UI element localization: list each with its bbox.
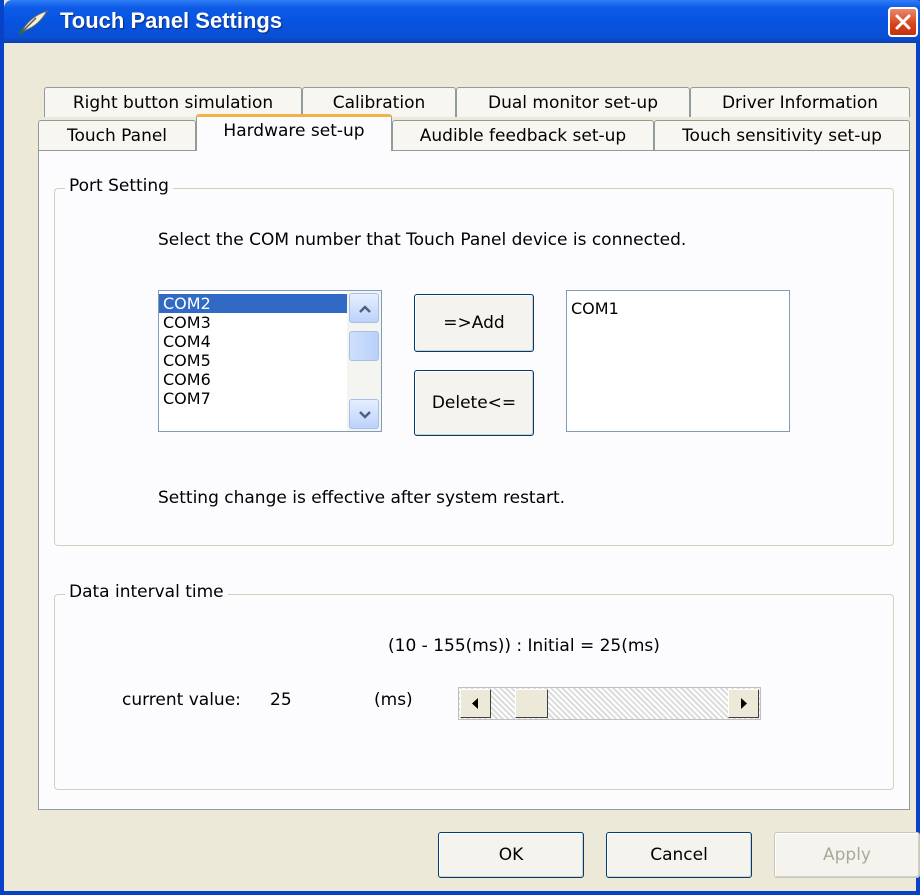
ok-button[interactable]: OK bbox=[438, 832, 584, 878]
interval-range-text: (10 - 155(ms)) : Initial = 25(ms) bbox=[388, 636, 660, 656]
list-item[interactable]: COM1 bbox=[567, 299, 789, 318]
scroll-right-button[interactable] bbox=[728, 689, 759, 718]
scroll-up-button[interactable] bbox=[349, 293, 379, 323]
current-value-label: current value: bbox=[122, 690, 241, 710]
restart-note: Setting change is effective after system… bbox=[158, 488, 566, 508]
port-setting-title: Port Setting bbox=[65, 176, 173, 196]
delete-port-button[interactable]: Delete<= bbox=[414, 370, 534, 436]
title-bar[interactable]: Touch Panel Settings bbox=[4, 0, 920, 43]
chevron-down-icon bbox=[359, 411, 371, 419]
window-title: Touch Panel Settings bbox=[60, 8, 283, 33]
feather-pen-icon bbox=[18, 9, 50, 35]
add-port-button[interactable]: =>Add bbox=[414, 294, 534, 352]
tab-dual-monitor-setup[interactable]: Dual monitor set-up bbox=[456, 87, 690, 117]
close-icon bbox=[895, 14, 911, 30]
connected-ports-list[interactable]: COM1 bbox=[566, 290, 790, 432]
port-instruction: Select the COM number that Touch Panel d… bbox=[158, 230, 687, 250]
arrow-left-icon bbox=[472, 698, 478, 709]
apply-button[interactable]: Apply bbox=[774, 832, 920, 878]
close-button[interactable] bbox=[888, 7, 918, 37]
available-ports-list[interactable]: COM2 COM3 COM4 COM5 COM6 COM7 bbox=[158, 290, 382, 432]
slider-thumb[interactable] bbox=[515, 689, 548, 718]
chevron-up-icon bbox=[359, 305, 371, 313]
tab-right-button-simulation[interactable]: Right button simulation bbox=[44, 87, 302, 117]
tab-touch-panel[interactable]: Touch Panel bbox=[38, 120, 196, 151]
scroll-down-button[interactable] bbox=[349, 399, 379, 429]
scroll-left-button[interactable] bbox=[460, 689, 491, 718]
data-interval-title: Data interval time bbox=[65, 582, 228, 602]
tab-touch-sensitivity-setup[interactable]: Touch sensitivity set-up bbox=[654, 120, 910, 151]
tab-audible-feedback-setup[interactable]: Audible feedback set-up bbox=[392, 120, 654, 151]
ports-vertical-scrollbar[interactable] bbox=[347, 291, 381, 431]
current-value: 25 bbox=[270, 690, 292, 710]
unit-label: (ms) bbox=[374, 690, 413, 710]
cancel-button[interactable]: Cancel bbox=[606, 832, 752, 878]
tab-calibration[interactable]: Calibration bbox=[302, 87, 456, 117]
tab-driver-information[interactable]: Driver Information bbox=[690, 87, 910, 117]
settings-window: Touch Panel Settings Right button simula… bbox=[0, 0, 920, 895]
tab-hardware-setup[interactable]: Hardware set-up bbox=[196, 114, 392, 151]
interval-slider[interactable] bbox=[458, 687, 761, 720]
arrow-right-icon bbox=[741, 698, 747, 709]
scroll-thumb[interactable] bbox=[349, 331, 379, 361]
